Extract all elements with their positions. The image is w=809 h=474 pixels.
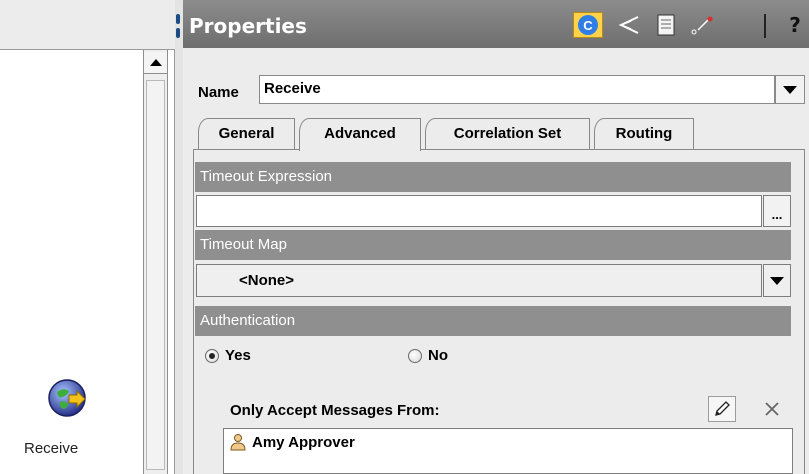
accept-item-label: Amy Approver xyxy=(252,433,355,451)
splitter-grip-dot xyxy=(176,28,180,38)
scroll-thumb[interactable] xyxy=(146,80,165,470)
share-icon xyxy=(618,16,639,34)
timeout-map-header: Timeout Map xyxy=(195,230,791,260)
user-icon xyxy=(230,434,246,451)
tab-general[interactable]: General xyxy=(198,118,295,149)
accept-messages-label: Only Accept Messages From: xyxy=(230,402,440,419)
tab-correlation-set[interactable]: Correlation Set xyxy=(425,118,590,149)
document-button[interactable] xyxy=(653,12,679,38)
close-icon xyxy=(765,402,779,416)
timeout-expression-browse-button[interactable]: ... xyxy=(763,195,791,227)
diagram-panel: Receive xyxy=(0,0,175,474)
properties-panel: Properties C ? Name Receive General Adva… xyxy=(183,0,809,474)
correlation-toggle-button[interactable]: C xyxy=(573,12,603,38)
pen-button[interactable] xyxy=(687,12,717,38)
arrow-up-icon xyxy=(149,59,162,66)
auth-no-label: No xyxy=(428,347,448,364)
name-label: Name xyxy=(198,84,239,101)
panel-splitter[interactable] xyxy=(175,0,183,474)
auth-yes-label: Yes xyxy=(225,347,251,364)
authentication-header: Authentication xyxy=(195,306,791,336)
tab-routing[interactable]: Routing xyxy=(594,118,694,149)
splitter-grip-dot xyxy=(176,14,180,24)
help-button[interactable]: ? xyxy=(785,12,805,38)
properties-title: Properties xyxy=(189,14,307,38)
timeout-expression-input[interactable] xyxy=(196,195,762,227)
pencil-icon xyxy=(715,401,730,416)
scroll-up-button[interactable] xyxy=(144,52,167,74)
name-combobox-input[interactable]: Receive xyxy=(259,75,775,104)
pen-icon xyxy=(691,16,713,35)
name-dropdown-button[interactable] xyxy=(775,75,805,104)
timeout-expression-header: Timeout Expression xyxy=(195,162,791,192)
diagram-panel-header xyxy=(0,0,175,50)
share-button[interactable] xyxy=(615,12,643,38)
radio-checked-icon xyxy=(205,348,219,363)
receive-node-label[interactable]: Receive xyxy=(24,440,78,457)
vertical-scrollbar[interactable] xyxy=(143,50,168,474)
tab-advanced[interactable]: Advanced xyxy=(299,118,421,151)
timeout-map-select[interactable]: <None> xyxy=(196,264,762,297)
delete-accept-entry-button[interactable] xyxy=(759,396,785,422)
radio-unchecked-icon xyxy=(408,348,422,363)
list-item[interactable]: Amy Approver xyxy=(230,433,355,451)
auth-no-radio[interactable]: No xyxy=(408,347,448,364)
auth-yes-radio[interactable]: Yes xyxy=(205,347,251,364)
accept-messages-list[interactable]: Amy Approver xyxy=(223,428,793,474)
correlation-icon: C xyxy=(578,15,598,35)
timeout-map-dropdown-button[interactable] xyxy=(763,264,791,297)
edit-accept-list-button[interactable] xyxy=(708,396,736,422)
document-icon xyxy=(657,14,675,36)
properties-header: Properties C ? xyxy=(183,0,809,48)
toolbar-separator xyxy=(764,14,766,38)
chevron-down-icon xyxy=(770,276,784,285)
chevron-down-icon xyxy=(783,85,797,94)
receive-globe-icon[interactable] xyxy=(47,378,87,418)
